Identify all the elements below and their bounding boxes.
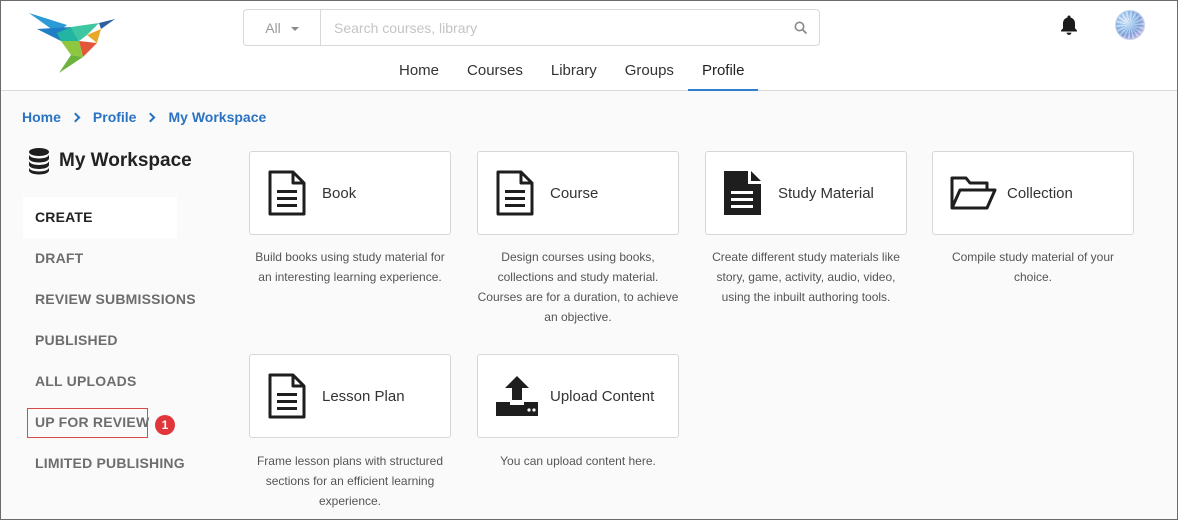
sidebar-item-published[interactable]: PUBLISHED xyxy=(23,320,183,361)
create-card-lesson-plan[interactable]: Lesson Plan xyxy=(249,354,451,438)
card-label: Course xyxy=(550,184,599,202)
bell-icon[interactable] xyxy=(1057,13,1081,37)
breadcrumb: Home Profile My Workspace xyxy=(22,109,266,125)
nav-item-courses[interactable]: Courses xyxy=(453,53,537,91)
breadcrumb-my-workspace[interactable]: My Workspace xyxy=(168,109,266,125)
step-badge: 1 xyxy=(155,415,175,435)
upload-icon xyxy=(496,376,538,416)
document-outline-icon xyxy=(268,170,306,216)
card-label: Study Material xyxy=(778,184,874,202)
document-outline-icon xyxy=(268,373,306,419)
document-filled-icon xyxy=(724,171,761,215)
card-label: Upload Content xyxy=(550,387,655,405)
breadcrumb-home[interactable]: Home xyxy=(22,109,61,125)
sidebar-item-limited-publishing[interactable]: LIMITED PUBLISHING xyxy=(23,443,185,484)
create-card-book[interactable]: Book xyxy=(249,151,451,235)
document-outline-icon xyxy=(496,170,534,216)
sidebar-item-all-uploads[interactable]: ALL UPLOADS xyxy=(23,361,183,402)
card-description: Build books using study material for an … xyxy=(255,250,445,284)
card-description: Frame lesson plans with structured secti… xyxy=(256,454,444,508)
create-card-course[interactable]: Course xyxy=(477,151,679,235)
breadcrumb-profile[interactable]: Profile xyxy=(93,109,137,125)
workspace-title-text: My Workspace xyxy=(59,150,192,171)
sidebar-item-draft[interactable]: DRAFT xyxy=(23,238,183,279)
sidebar-item-create[interactable]: CREATE xyxy=(23,197,177,238)
avatar[interactable] xyxy=(1115,10,1145,40)
search-button[interactable] xyxy=(781,10,819,45)
nav-item-profile[interactable]: Profile xyxy=(687,53,759,91)
chevron-right-icon xyxy=(70,112,81,122)
card-description: Create different study materials like st… xyxy=(712,250,900,304)
workspace-title: My Workspace xyxy=(27,147,192,175)
main-nav: Home Courses Library Groups Profile xyxy=(385,53,759,91)
search-input[interactable] xyxy=(321,10,781,45)
nav-item-library[interactable]: Library xyxy=(537,53,611,91)
workspace-sidebar: CREATE DRAFT REVIEW SUBMISSIONS PUBLISHE… xyxy=(23,197,196,484)
card-label: Lesson Plan xyxy=(322,387,405,405)
create-card-collection[interactable]: Collection xyxy=(932,151,1134,235)
card-label: Book xyxy=(322,184,357,202)
search-filter-dropdown[interactable]: All xyxy=(244,10,321,45)
database-icon xyxy=(29,148,49,175)
create-card-study-material[interactable]: Study Material xyxy=(705,151,907,235)
highlight-box xyxy=(27,408,148,438)
card-description: You can upload content here. xyxy=(500,454,656,468)
top-header: All Home Courses Library Groups Profile xyxy=(1,1,1177,91)
sidebar-item-review-submissions[interactable]: REVIEW SUBMISSIONS xyxy=(23,279,196,320)
nav-item-home[interactable]: Home xyxy=(385,53,453,91)
chevron-down-icon xyxy=(290,26,299,31)
search-filter-value: All xyxy=(265,19,281,36)
nav-item-groups[interactable]: Groups xyxy=(611,53,688,91)
search-bar: All xyxy=(243,9,820,46)
card-label: Collection xyxy=(1007,184,1073,202)
card-description: Compile study material of your choice. xyxy=(951,250,1115,284)
folder-open-icon xyxy=(950,176,997,210)
bird-logo[interactable] xyxy=(27,11,117,75)
create-card-upload-content[interactable]: Upload Content xyxy=(477,354,679,438)
app-frame: All Home Courses Library Groups Profile xyxy=(0,0,1178,520)
search-icon xyxy=(794,21,807,34)
card-description: Design courses using books, collections … xyxy=(477,250,679,324)
chevron-right-icon xyxy=(146,112,156,122)
